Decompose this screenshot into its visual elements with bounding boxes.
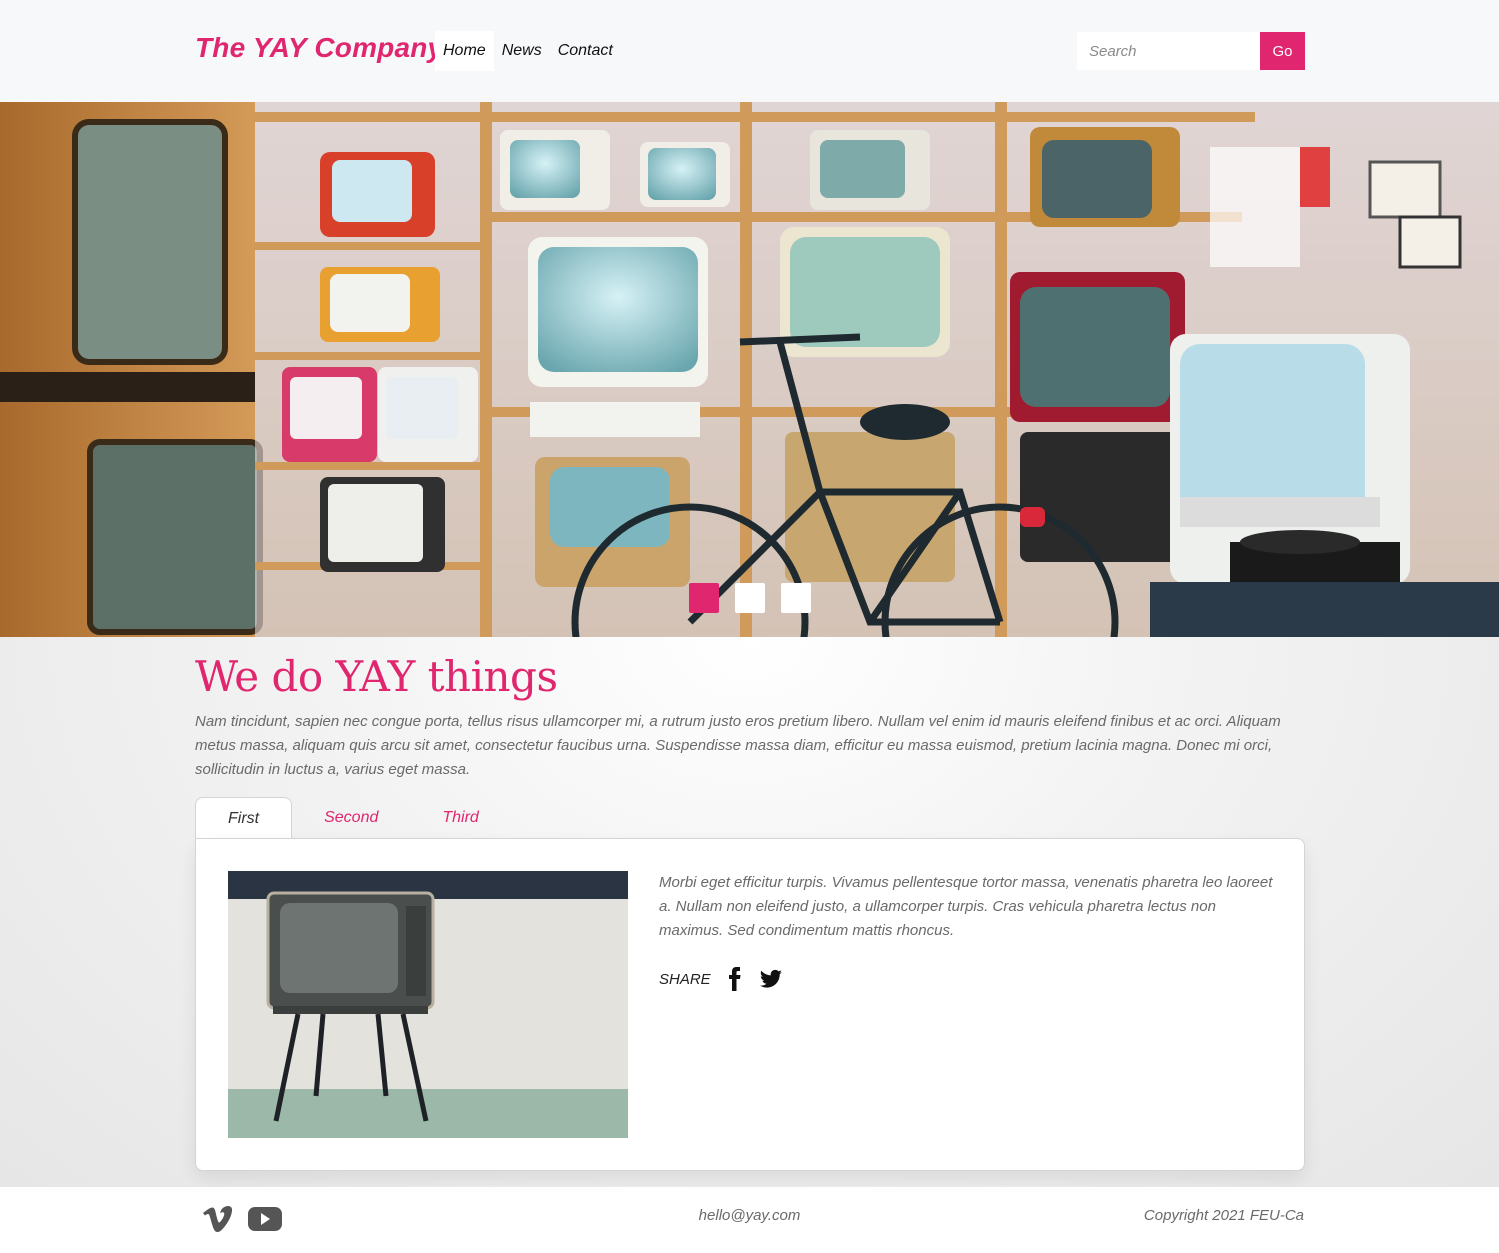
carousel-dot-2[interactable] [735,583,765,613]
nav-contact[interactable]: Contact [550,31,621,71]
tab-panel-image [228,871,628,1138]
nav-news[interactable]: News [494,31,550,71]
nav-home[interactable]: Home [435,31,494,71]
tab-first[interactable]: First [195,797,293,840]
search-go-button[interactable]: Go [1260,32,1305,70]
tab-panel-text: Morbi eget efficitur turpis. Vivamus pel… [659,874,1273,939]
share-row: SHARE [659,967,783,991]
site-footer: hello@yay.com Copyright 2021 FEU-Ca [0,1187,1499,1253]
main-nav: Home News Contact [435,31,621,71]
carousel-dots [689,583,811,613]
twitter-icon[interactable] [759,967,783,991]
share-label: SHARE [659,970,711,988]
page-heading: We do YAY things [195,652,558,701]
tab-panel: Morbi eget efficitur turpis. Vivamus pel… [195,838,1305,1171]
footer-copyright: Copyright 2021 FEU-Ca [1143,1207,1304,1224]
tab-second[interactable]: Second [292,797,410,839]
site-header: The YAY Company Home News Contact Go [0,0,1499,102]
carousel-dot-1[interactable] [689,583,719,613]
tab-bar: First Second Third [195,797,511,840]
tab-third[interactable]: Third [410,797,510,839]
hero-carousel [0,102,1499,637]
facebook-icon[interactable] [723,967,747,991]
search-input[interactable] [1077,32,1260,70]
hero-image [0,102,1499,637]
carousel-dot-3[interactable] [781,583,811,613]
brand-logo[interactable]: The YAY Company [195,32,443,64]
intro-paragraph: Nam tincidunt, sapien nec congue porta, … [195,713,1281,778]
